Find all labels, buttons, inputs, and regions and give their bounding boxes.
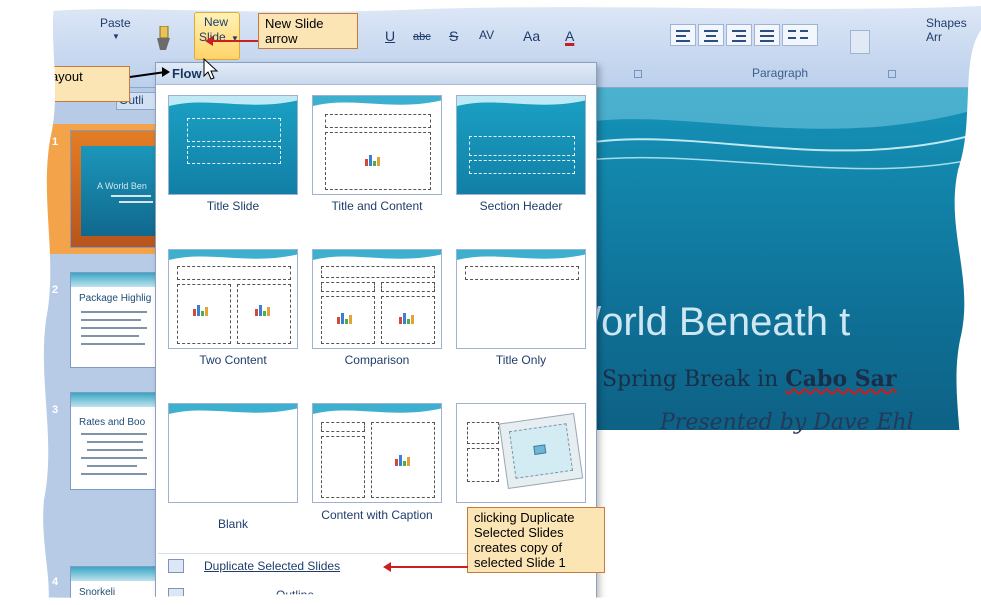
- torn-edge-frame: [0, 0, 981, 605]
